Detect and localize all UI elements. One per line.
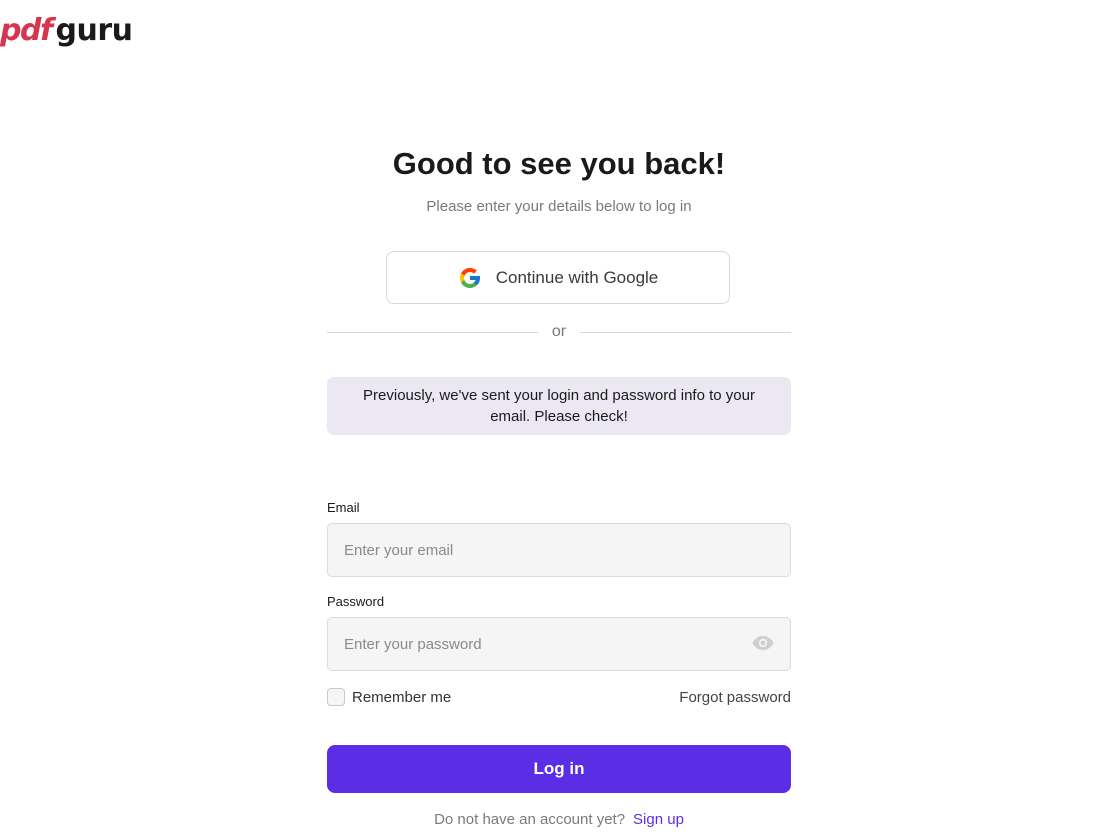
or-divider: or: [327, 321, 792, 343]
divider-line-right: [580, 331, 792, 333]
eye-icon[interactable]: [751, 633, 775, 653]
signup-row: Do not have an account yet? Sign up: [327, 811, 791, 828]
signup-link[interactable]: Sign up: [633, 811, 684, 828]
info-notice: Previously, we've sent your login and pa…: [327, 377, 791, 435]
remember-me-label: Remember me: [352, 688, 452, 706]
checkbox-box[interactable]: [327, 688, 345, 706]
pdf-guru-logo[interactable]: pdf guru: [0, 10, 133, 50]
remember-me-checkbox[interactable]: Remember me: [327, 688, 451, 706]
divider-text: or: [551, 323, 567, 340]
google-icon: [459, 267, 480, 288]
email-field[interactable]: [327, 523, 791, 577]
page-title: Good to see you back!: [392, 146, 726, 181]
logo-guru-text: guru: [55, 12, 133, 48]
logo-pdf-text: pdf: [0, 12, 53, 48]
email-label: Email: [327, 500, 360, 515]
password-field[interactable]: [327, 617, 791, 671]
divider-line-left: [327, 331, 538, 333]
continue-with-google-button[interactable]: Continue with Google: [386, 251, 730, 304]
password-label: Password: [327, 594, 385, 609]
forgot-password-link[interactable]: Forgot password: [679, 689, 791, 706]
google-button-label: Continue with Google: [495, 267, 659, 287]
login-button[interactable]: Log in: [327, 745, 791, 793]
page-subtitle: Please enter your details below to log i…: [426, 198, 692, 215]
signup-prompt: Do not have an account yet?: [434, 811, 626, 828]
